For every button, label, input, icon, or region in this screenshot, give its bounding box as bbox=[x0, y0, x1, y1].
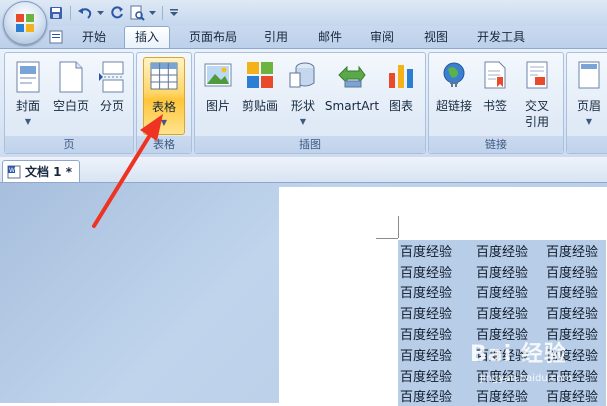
table-cell[interactable]: 百度经验 bbox=[476, 240, 546, 261]
table-cell[interactable]: 百度经验 bbox=[398, 260, 476, 282]
tab-file-icon[interactable] bbox=[48, 27, 64, 48]
ribbon-tab-bar: 开始 插入 页面布局 引用 邮件 审阅 视图 开发工具 bbox=[0, 26, 607, 49]
tab-home[interactable]: 开始 bbox=[72, 27, 116, 48]
group-label-links: 链接 bbox=[429, 136, 563, 153]
group-table: 表格 ▼ 表格 bbox=[136, 52, 192, 154]
document-tab-bar: W 文档 1 * bbox=[0, 157, 607, 183]
chevron-down-icon: ▼ bbox=[299, 117, 307, 126]
table-cell[interactable]: 百度经验 bbox=[398, 343, 476, 365]
chart-icon bbox=[389, 65, 413, 88]
table-cell[interactable]: 百度经验 bbox=[398, 364, 476, 386]
bookmark-button[interactable]: 书签 bbox=[477, 57, 513, 133]
group-illustrations: 图片 剪贴画 形状 ▼ SmartArt 图表 插图 bbox=[194, 52, 426, 154]
tab-view[interactable]: 视图 bbox=[414, 27, 458, 48]
svg-text:W: W bbox=[9, 167, 15, 174]
table-cell[interactable]: 百度经验 bbox=[398, 281, 476, 303]
print-preview-icon[interactable] bbox=[129, 4, 145, 22]
save-icon[interactable] bbox=[48, 4, 64, 22]
office-button[interactable] bbox=[3, 1, 47, 45]
table-cell[interactable]: 百度经验 bbox=[476, 302, 546, 324]
watermark-logo: Bai 经验 bbox=[470, 342, 567, 367]
table-row: 百度经验 百度经验 百度经验 bbox=[398, 240, 606, 261]
cross-reference-button[interactable]: 交叉 引用 bbox=[517, 57, 557, 133]
blank-page-button[interactable]: 空白页 bbox=[51, 57, 91, 133]
table-cell[interactable]: 百度经验 bbox=[546, 240, 606, 261]
page-break-button[interactable]: 分页 bbox=[95, 57, 129, 133]
table-cell[interactable]: 百度经验 bbox=[476, 260, 546, 282]
chevron-down-icon[interactable] bbox=[97, 4, 105, 22]
tab-page-layout[interactable]: 页面布局 bbox=[180, 27, 246, 48]
table-cell[interactable]: 百度经验 bbox=[546, 260, 606, 282]
header-icon bbox=[578, 61, 600, 89]
table-cell[interactable]: 百度经验 bbox=[398, 302, 476, 324]
word-document-icon: W bbox=[7, 165, 21, 178]
group-label-illustrations: 插图 bbox=[195, 136, 425, 153]
page-break-icon bbox=[99, 61, 124, 93]
table-row: 百度经验 百度经验 百度经验 bbox=[398, 302, 606, 324]
blank-page-icon bbox=[59, 61, 83, 93]
smartart-icon bbox=[338, 65, 366, 88]
chevron-down-icon: ▼ bbox=[160, 118, 168, 127]
table-cell[interactable]: 百度经验 bbox=[398, 240, 476, 261]
tab-review[interactable]: 审阅 bbox=[360, 27, 404, 48]
shapes-icon bbox=[289, 62, 315, 88]
chevron-down-icon[interactable] bbox=[149, 4, 157, 22]
table-row: 百度经验 百度经验 百度经验 bbox=[398, 260, 606, 282]
title-bar bbox=[0, 0, 607, 26]
cover-page-icon bbox=[16, 61, 40, 93]
clip-art-icon bbox=[247, 62, 273, 88]
shapes-button[interactable]: 形状 ▼ bbox=[285, 57, 321, 133]
document-tab-label: 文档 1 * bbox=[25, 165, 72, 179]
table-icon bbox=[150, 62, 178, 90]
separator bbox=[162, 6, 164, 20]
group-label-header-footer bbox=[567, 136, 607, 153]
group-pages: 封面 ▼ 空白页 分页 页 bbox=[4, 52, 134, 154]
globe-link-icon bbox=[443, 62, 465, 87]
separator bbox=[70, 6, 72, 20]
document-tab[interactable]: W 文档 1 * bbox=[2, 160, 80, 182]
table-cell[interactable]: 百度经验 bbox=[398, 323, 476, 344]
cover-page-button[interactable]: 封面 ▼ bbox=[9, 57, 47, 133]
quick-access-toolbar bbox=[48, 3, 178, 23]
tab-references[interactable]: 引用 bbox=[254, 27, 298, 48]
table-button[interactable]: 表格 ▼ bbox=[143, 57, 185, 135]
watermark-url: jingyan.baidu.com bbox=[480, 373, 573, 384]
table-row: 百度经验 百度经验 百度经验 bbox=[398, 281, 606, 303]
chevron-down-icon: ▼ bbox=[585, 117, 593, 126]
smartart-button[interactable]: SmartArt bbox=[323, 57, 381, 133]
chart-button[interactable]: 图表 bbox=[383, 57, 419, 133]
tab-insert[interactable]: 插入 bbox=[124, 26, 170, 49]
redo-icon[interactable] bbox=[109, 4, 125, 22]
group-links: 超链接 书签 交叉 引用 链接 bbox=[428, 52, 564, 154]
cross-reference-icon bbox=[526, 61, 548, 89]
chevron-down-icon: ▼ bbox=[24, 117, 32, 126]
ribbon: 封面 ▼ 空白页 分页 页 表格 ▼ 表格 图片 剪贴画 形状 ▼ SmartA… bbox=[0, 48, 607, 158]
tab-developer[interactable]: 开发工具 bbox=[468, 27, 534, 48]
margin-corner-mark bbox=[376, 238, 398, 239]
margin-corner-mark bbox=[398, 216, 399, 238]
table-cell[interactable]: 百度经验 bbox=[546, 281, 606, 303]
office-logo-icon bbox=[16, 14, 34, 32]
table-cell[interactable]: 百度经验 bbox=[476, 281, 546, 303]
header-button[interactable]: 页眉 ▼ bbox=[571, 57, 607, 133]
hyperlink-button[interactable]: 超链接 bbox=[433, 57, 475, 133]
undo-icon[interactable] bbox=[77, 4, 93, 22]
picture-icon bbox=[204, 63, 232, 87]
customize-icon[interactable] bbox=[169, 4, 178, 22]
clip-art-button[interactable]: 剪贴画 bbox=[239, 57, 281, 133]
group-label-pages: 页 bbox=[5, 136, 133, 153]
picture-button[interactable]: 图片 bbox=[201, 57, 235, 133]
group-header-footer: 页眉 ▼ bbox=[566, 52, 607, 154]
bookmark-icon bbox=[484, 61, 506, 89]
group-label-table: 表格 bbox=[137, 136, 191, 153]
tab-mailings[interactable]: 邮件 bbox=[308, 27, 352, 48]
table-cell[interactable]: 百度经验 bbox=[546, 302, 606, 324]
